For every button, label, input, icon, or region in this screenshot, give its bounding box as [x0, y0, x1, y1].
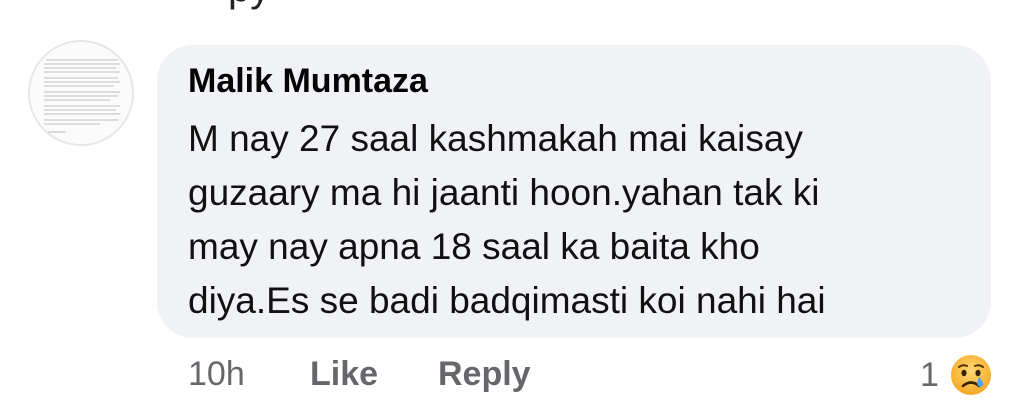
comment-body-line: may nay apna 18 saal ka baita kho: [188, 226, 760, 267]
comment-author[interactable]: Malik Mumtaza: [188, 62, 428, 101]
crying-face-icon: [949, 353, 993, 397]
comment-body: M nay 27 saal kashmakah mai kaisay guzaa…: [188, 112, 968, 328]
comment-body-line: M nay 27 saal kashmakah mai kaisay: [188, 118, 803, 159]
comment-thread: py Malik Mu: [0, 0, 1024, 408]
reply-button[interactable]: Reply: [438, 355, 531, 394]
timestamp-link[interactable]: 10h: [188, 355, 245, 394]
like-button[interactable]: Like: [310, 355, 378, 394]
comment-body-line: guzaary ma hi jaanti hoon.yahan tak ki: [188, 172, 820, 213]
reaction-count: 1: [920, 356, 939, 394]
document-thumbnail-icon: [30, 42, 132, 144]
avatar[interactable]: [28, 40, 134, 146]
comment-body-line: diya.Es se badi badqimasti koi nahi hai: [188, 280, 826, 321]
previous-comment-clipped: py: [228, 0, 270, 11]
